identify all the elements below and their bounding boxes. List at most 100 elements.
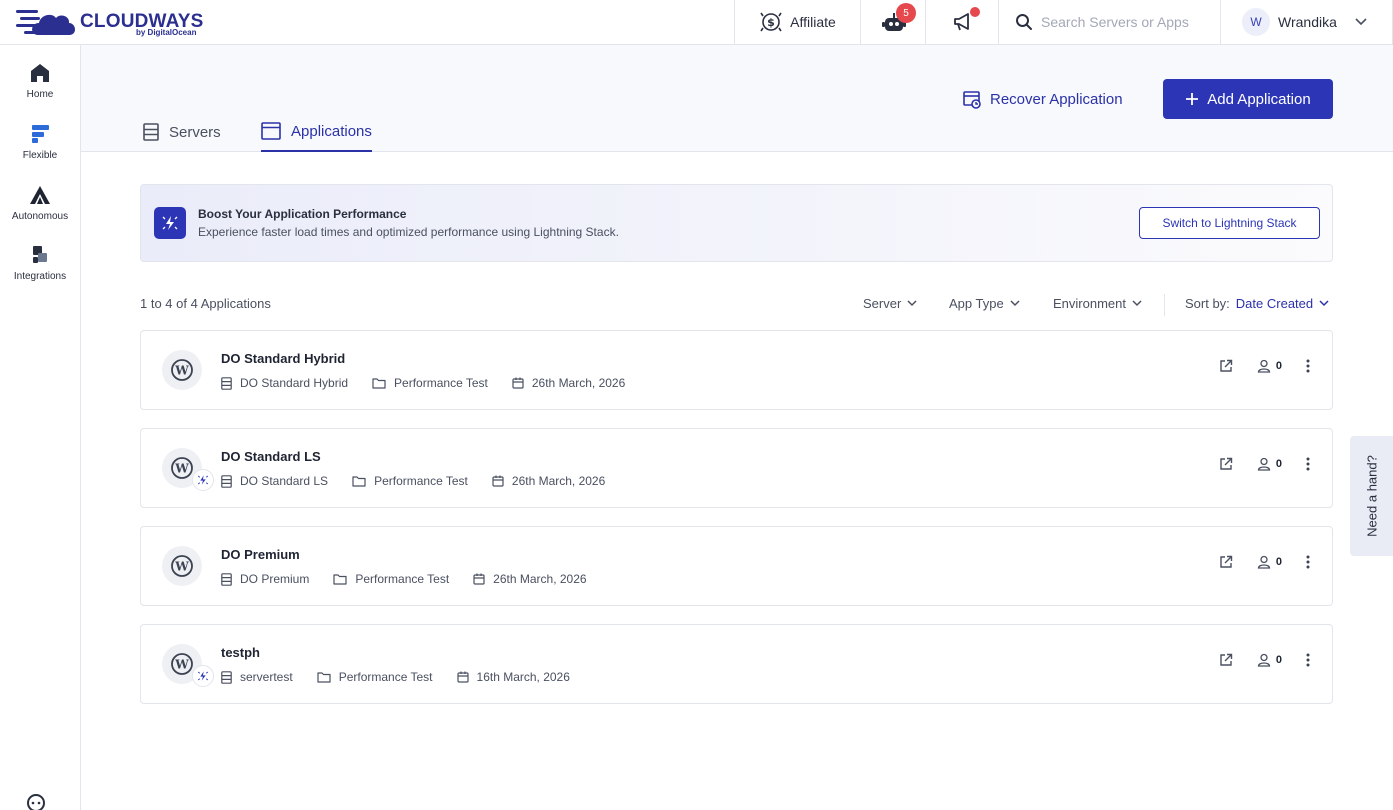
chevron-down-icon	[1132, 300, 1142, 307]
unread-dot	[970, 7, 980, 17]
cloudways-logo[interactable]: CLOUDWAYS by DigitalOcean	[16, 4, 206, 40]
lightning-stack-banner: Boost Your Application Performance Exper…	[140, 184, 1333, 262]
lightning-stack-icon	[192, 469, 214, 491]
collaborators-count[interactable]: 0	[1257, 653, 1282, 667]
created-date: 16th March, 2026	[476, 670, 570, 684]
banner-text: Experience faster load times and optimiz…	[198, 225, 619, 239]
search-input[interactable]	[1041, 14, 1211, 30]
search-icon	[1016, 14, 1032, 30]
external-link-icon[interactable]	[1219, 457, 1233, 471]
sidebar-item-label: Flexible	[22, 150, 58, 161]
app-name[interactable]: testph	[221, 645, 260, 660]
tab-label: Applications	[291, 122, 372, 140]
app-server[interactable]: DO Premium	[221, 572, 309, 586]
app-name[interactable]: DO Standard LS	[221, 449, 321, 464]
wordpress-icon: W	[162, 350, 202, 390]
need-a-hand-tab[interactable]: Need a hand?	[1350, 436, 1393, 556]
user-count: 0	[1275, 360, 1282, 372]
results-count: 1 to 4 of 4 Applications	[140, 296, 271, 311]
sidebar-item-flexible[interactable]: Flexible	[0, 124, 80, 161]
add-application-button[interactable]: Add Application	[1163, 79, 1333, 119]
collaborators-count[interactable]: 0	[1257, 359, 1282, 373]
autonomous-icon	[30, 186, 50, 204]
chevron-down-icon	[1319, 300, 1329, 307]
notification-badge: 5	[896, 3, 916, 23]
add-label: Add Application	[1207, 90, 1311, 108]
lightning-icon	[154, 207, 186, 239]
home-icon	[31, 64, 49, 82]
flexible-icon	[32, 125, 49, 143]
page-header: Recover Application Add Application Serv…	[81, 45, 1393, 152]
server-name: servertest	[240, 670, 293, 684]
app-project[interactable]: Performance Test	[352, 474, 468, 488]
app-created-date: 26th March, 2026	[492, 474, 605, 488]
kebab-menu-icon[interactable]	[1306, 359, 1310, 373]
avatar: W	[1242, 8, 1270, 36]
app-name[interactable]: DO Premium	[221, 547, 300, 562]
app-created-date: 26th March, 2026	[512, 376, 625, 390]
main-content: Recover Application Add Application Serv…	[81, 45, 1393, 810]
app-server[interactable]: servertest	[221, 670, 293, 684]
filter-server[interactable]: Server	[863, 296, 917, 311]
lightning-stack-icon	[192, 665, 214, 687]
sidebar-item-label: Integrations	[13, 271, 67, 282]
server-icon	[221, 376, 232, 390]
app-created-date: 26th March, 2026	[473, 572, 587, 586]
bot-button[interactable]: 5	[860, 0, 926, 44]
recover-application-button[interactable]: Recover Application	[962, 79, 1123, 119]
user-menu[interactable]: W Wrandika	[1220, 0, 1393, 44]
external-link-icon[interactable]	[1219, 653, 1233, 667]
folder-icon	[352, 476, 366, 487]
kebab-menu-icon[interactable]	[1306, 457, 1310, 471]
user-icon	[1257, 359, 1271, 373]
external-link-icon[interactable]	[1219, 359, 1233, 373]
app-server[interactable]: DO Standard LS	[221, 474, 328, 488]
user-count: 0	[1275, 654, 1282, 666]
recover-label: Recover Application	[990, 90, 1123, 108]
tab-applications[interactable]: Applications	[261, 112, 372, 152]
app-server[interactable]: DO Standard Hybrid	[221, 376, 348, 390]
app-project[interactable]: Performance Test	[317, 670, 433, 684]
application-card[interactable]: W DO Premium DO Premium Performance Test…	[140, 526, 1333, 606]
calendar-icon	[492, 475, 504, 487]
affiliate-button[interactable]: $ Affiliate	[734, 0, 861, 44]
calendar-icon	[456, 671, 469, 683]
collaborators-count[interactable]: 0	[1257, 555, 1282, 569]
folder-icon	[333, 574, 347, 585]
app-project[interactable]: Performance Test	[333, 572, 449, 586]
card-actions: 0	[1219, 555, 1310, 569]
application-card[interactable]: W testph servertest Performance Test 16t…	[140, 624, 1333, 704]
tab-servers[interactable]: Servers	[143, 112, 221, 152]
collaborators-count[interactable]: 0	[1257, 457, 1282, 471]
chevron-down-icon	[1010, 300, 1020, 307]
filter-environment[interactable]: Environment	[1053, 296, 1142, 311]
need-hand-label: Need a hand?	[1364, 455, 1379, 537]
kebab-menu-icon[interactable]	[1306, 555, 1310, 569]
app-meta: DO Standard LS Performance Test 26th Mar…	[221, 474, 605, 488]
switch-lightning-stack-button[interactable]: Switch to Lightning Stack	[1139, 207, 1320, 239]
sidebar-item-integrations[interactable]: Integrations	[0, 245, 80, 282]
kebab-menu-icon[interactable]	[1306, 653, 1310, 667]
app-name[interactable]: DO Standard Hybrid	[221, 351, 345, 366]
application-card[interactable]: W DO Standard LS DO Standard LS Performa…	[140, 428, 1333, 508]
username: Wrandika	[1278, 14, 1337, 30]
filter-app-type[interactable]: App Type	[949, 296, 1020, 311]
application-card[interactable]: W DO Standard Hybrid DO Standard Hybrid …	[140, 330, 1333, 410]
recover-icon	[963, 91, 981, 109]
application-window-icon	[261, 122, 281, 140]
user-icon	[1257, 653, 1271, 667]
created-date: 26th March, 2026	[493, 572, 587, 586]
server-name: DO Premium	[240, 572, 310, 586]
app-project[interactable]: Performance Test	[372, 376, 488, 390]
support-agent-icon[interactable]	[24, 791, 48, 810]
announcements-button[interactable]	[925, 0, 999, 44]
chevron-down-icon	[1355, 18, 1367, 26]
server-name: DO Standard Hybrid	[240, 376, 349, 390]
card-actions: 0	[1219, 457, 1310, 471]
external-link-icon[interactable]	[1219, 555, 1233, 569]
user-count: 0	[1275, 458, 1282, 470]
sidebar-item-autonomous[interactable]: Autonomous	[0, 185, 80, 222]
sort-dropdown[interactable]: Sort by: Date Created	[1185, 296, 1329, 311]
search-box[interactable]	[998, 0, 1221, 44]
sidebar-item-home[interactable]: Home	[0, 63, 80, 100]
